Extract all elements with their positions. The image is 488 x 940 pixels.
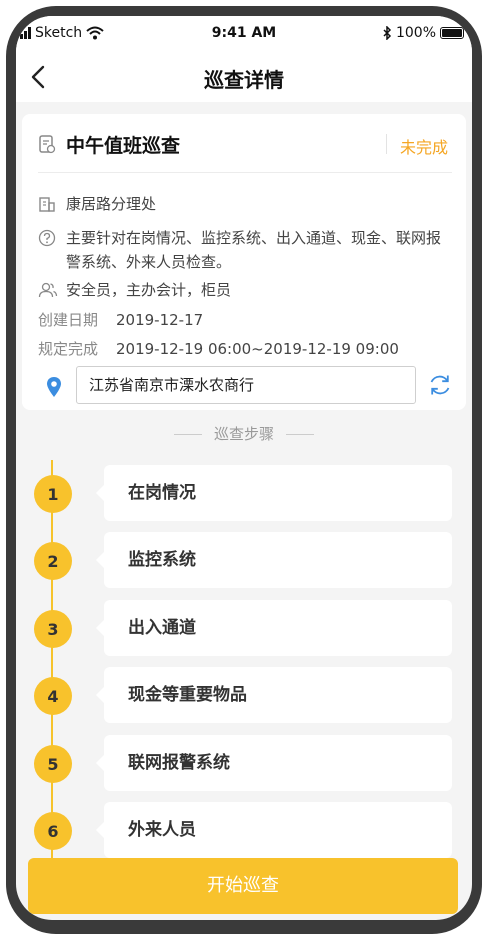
description-row: 主要针对在岗情况、监控系统、出入通道、现金、联网报警系统、外来人员检查。 [38,226,458,274]
building-icon [39,197,55,212]
step-label[interactable]: 联网报警系统 [96,735,452,791]
step-number: 6 [34,812,72,850]
due-row: 规定完成 2019-12-19 06:00~2019-12-19 09:00 [38,337,399,361]
office-row: 康居路分理处 [38,192,156,216]
battery-label: 100% [395,25,436,41]
app-screen: Sketch 9:41 AM 100% 巡查详情 中午值班巡查 未完成 康居路分… [16,16,472,920]
steps-heading: 巡查步骤 [16,420,472,448]
heading-line-right [286,434,314,435]
step-number: 3 [34,610,72,648]
step-label[interactable]: 在岗情况 [96,465,452,521]
step-item[interactable]: 3 出入通道 [16,600,472,656]
step-item[interactable]: 4 现金等重要物品 [16,667,472,723]
start-inspection-button[interactable]: 开始巡查 [28,858,458,914]
due-time: 2019-12-19 06:00~2019-12-19 09:00 [116,340,399,358]
divider [38,172,452,173]
step-label[interactable]: 监控系统 [96,532,452,588]
bluetooth-icon [383,26,392,40]
page-title: 巡查详情 [204,68,284,92]
users-icon [38,282,58,298]
refresh-icon[interactable] [427,372,453,398]
question-circle-icon [38,229,56,247]
status-badge: 未完成 [400,138,449,157]
status-right: 100% [382,25,464,41]
nav-bar: 巡查详情 [16,52,472,102]
step-number: 2 [34,542,72,580]
step-label[interactable]: 出入通道 [96,600,452,656]
clipboard-icon [39,135,56,154]
step-item[interactable]: 2 监控系统 [16,532,472,588]
created-date: 2019-12-17 [116,311,204,329]
roles-row: 安全员，主办会计，柜员 [38,278,231,302]
responsible-roles: 安全员，主办会计，柜员 [66,281,232,299]
task-title: 中午值班巡查 [66,135,181,157]
heading-line-left [173,434,202,435]
step-number: 4 [34,677,72,715]
office-name: 康居路分理处 [66,195,157,213]
battery-icon [440,27,464,39]
location-pin-icon [47,377,61,397]
step-item[interactable]: 5 联网报警系统 [16,735,472,791]
task-info-card: 中午值班巡查 未完成 康居路分理处 主要针对在岗情况、监控系统、出入通道、现金、… [22,114,466,410]
step-label[interactable]: 外来人员 [96,802,452,858]
card-header: 中午值班巡查 未完成 [22,114,466,170]
task-description: 主要针对在岗情况、监控系统、出入通道、现金、联网报警系统、外来人员检查。 [66,229,442,271]
step-number: 5 [34,745,72,783]
step-item[interactable]: 6 外来人员 [16,802,472,858]
created-row: 创建日期 2019-12-17 [38,308,203,332]
location-field[interactable]: 江苏省南京市溧水农商行 [76,366,416,404]
created-label: 创建日期 [38,311,99,329]
due-label: 规定完成 [38,340,99,358]
steps-heading-label: 巡查步骤 [213,425,274,443]
status-bar: Sketch 9:41 AM 100% [16,16,472,52]
step-number: 1 [34,475,72,513]
step-label[interactable]: 现金等重要物品 [96,667,452,723]
step-item[interactable]: 1 在岗情况 [16,465,472,521]
